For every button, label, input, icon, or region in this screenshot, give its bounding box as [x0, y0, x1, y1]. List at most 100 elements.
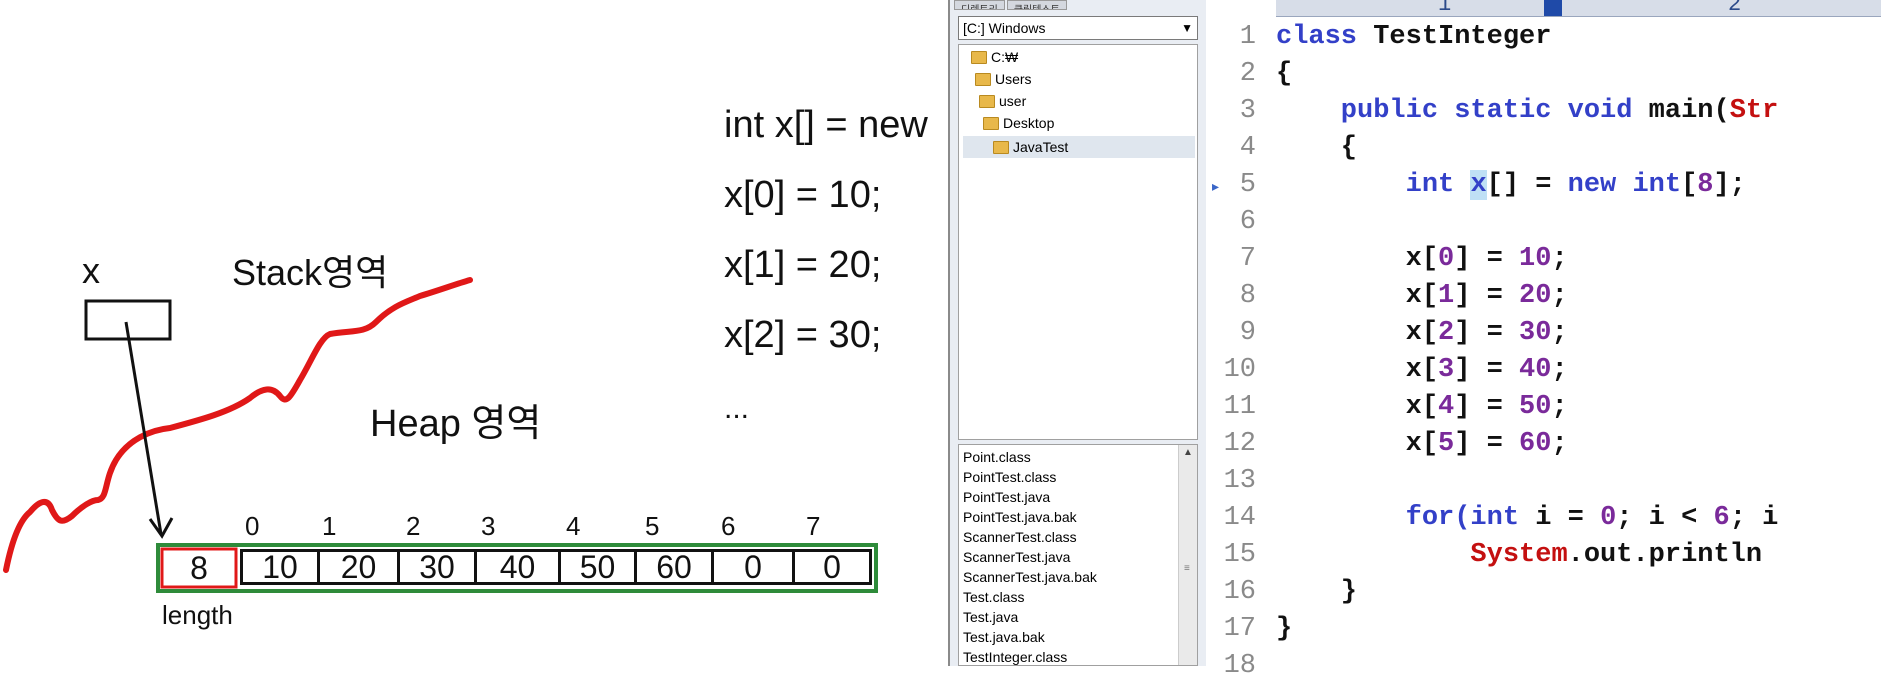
code-text: x[ — [1276, 392, 1439, 422]
code-text: [ — [1681, 170, 1698, 200]
array-cell-2: 30 — [397, 549, 477, 585]
code-text: x[ — [1276, 318, 1439, 348]
code-line-15: System.out.println — [1276, 540, 1762, 570]
code-line-4: { — [1276, 133, 1357, 163]
scroll-grip-icon[interactable]: ≡ — [1184, 563, 1190, 574]
chevron-down-icon[interactable]: ▼ — [1181, 17, 1193, 39]
array-index-0: 0 — [245, 511, 260, 541]
code-text: } — [1276, 614, 1293, 644]
wb-code-line-3: x[1] = 20; — [724, 244, 882, 286]
scroll-up-icon[interactable]: ▲ — [1183, 447, 1193, 458]
file-item[interactable]: Point.class — [963, 449, 1031, 465]
code-text: ] = — [1454, 429, 1520, 459]
whiteboard-canvas: x Stack영역 Heap 영역 length int x[] = new x… — [0, 0, 945, 666]
code-line-14: for(int i = 0; i < 6; i — [1276, 503, 1779, 533]
wb-code-line-4: x[2] = 30; — [724, 314, 882, 356]
stack-area-label: Stack영역 — [232, 252, 389, 293]
tree-item-desktop[interactable]: Desktop — [983, 115, 1054, 131]
line-number: 17 — [1223, 614, 1256, 644]
code-text: ] = — [1454, 355, 1520, 385]
file-item[interactable]: PointTest.java.bak — [963, 509, 1077, 525]
file-list-scrollbar[interactable]: ▲ ≡ — [1178, 445, 1197, 665]
code-number: 0 — [1438, 244, 1455, 274]
code-number: 4 — [1438, 392, 1455, 422]
code-text: ; i — [1729, 503, 1779, 533]
array-cell-5: 60 — [634, 549, 714, 585]
code-line-5: int x[] = new int[8]; — [1276, 170, 1746, 200]
array-cell-3: 40 — [474, 549, 561, 585]
tree-item-c-drive[interactable]: C:₩ — [971, 49, 1018, 65]
line-number: 6 — [1239, 207, 1256, 237]
code-number: 2 — [1438, 318, 1455, 348]
line-number: 11 — [1223, 392, 1256, 422]
code-keyword: class — [1276, 22, 1358, 52]
file-item[interactable]: Test.java.bak — [963, 629, 1045, 645]
heap-area-label: Heap 영역 — [370, 403, 542, 445]
code-number: 50 — [1519, 392, 1552, 422]
tab-directory[interactable]: 디렉토리 — [954, 0, 1005, 10]
code-number: 5 — [1438, 429, 1455, 459]
code-text: x[ — [1276, 355, 1439, 385]
file-explorer-panel: 디렉토리 클립텍스트 [C:] Windows ▼ C:₩ Users user… — [948, 0, 1206, 666]
tree-item-users[interactable]: Users — [975, 71, 1032, 87]
code-number: 3 — [1438, 355, 1455, 385]
code-text: x[ — [1276, 429, 1439, 459]
code-text: ; — [1551, 318, 1568, 348]
line-number: 3 — [1239, 96, 1256, 126]
array-index-3: 3 — [481, 511, 496, 541]
code-text: i = — [1519, 503, 1601, 533]
file-item[interactable]: TestInteger.class — [963, 649, 1067, 665]
file-item[interactable]: PointTest.java — [963, 489, 1050, 505]
tree-item-label: Desktop — [1003, 115, 1055, 131]
code-text: ] = — [1454, 318, 1520, 348]
array-index-6: 6 — [721, 511, 736, 541]
code-text: ; — [1551, 429, 1568, 459]
code-text: ]; — [1713, 170, 1746, 200]
code-line-12: x[5] = 60; — [1276, 429, 1568, 459]
code-text: ; — [1551, 244, 1568, 274]
file-item[interactable]: ScannerTest.java — [963, 549, 1070, 565]
code-number: 60 — [1519, 429, 1552, 459]
line-number: 18 — [1223, 651, 1256, 681]
folder-icon — [979, 94, 995, 108]
code-line-7: x[0] = 10; — [1276, 244, 1568, 274]
code-line-17: } — [1276, 614, 1292, 644]
tree-item-javatest[interactable]: JavaTest — [963, 136, 1195, 158]
explorer-tabs: 디렉토리 클립텍스트 — [954, 0, 1067, 10]
code-line-16: } — [1276, 577, 1357, 607]
code-line-8: x[1] = 20; — [1276, 281, 1568, 311]
code-number: 8 — [1697, 170, 1714, 200]
code-line-3: public static void main(Str — [1276, 96, 1779, 126]
drive-select[interactable]: [C:] Windows ▼ — [958, 16, 1198, 40]
code-text: x[ — [1276, 281, 1439, 311]
code-number: 6 — [1713, 503, 1730, 533]
file-item[interactable]: ScannerTest.java.bak — [963, 569, 1097, 585]
code-text: ; — [1551, 355, 1568, 385]
code-text: } — [1276, 577, 1358, 607]
file-item[interactable]: ScannerTest.class — [963, 529, 1077, 545]
array-index-2: 2 — [406, 511, 421, 541]
wb-code-line-1: int x[] = new — [724, 104, 928, 146]
code-line-9: x[2] = 30; — [1276, 318, 1568, 348]
folder-icon — [971, 50, 987, 64]
file-item[interactable]: Test.class — [963, 589, 1024, 605]
wb-code-line-5: ... — [724, 392, 750, 425]
tree-item-user[interactable]: user — [979, 93, 1026, 109]
code-text: .out.println — [1567, 540, 1763, 570]
file-item[interactable]: PointTest.class — [963, 469, 1056, 485]
folder-icon — [975, 72, 991, 86]
line-number: 14 — [1223, 503, 1256, 533]
editor-text-area[interactable]: 1 2 3 4 5 6 7 8 9 10 11 12 13 14 15 16 1… — [1206, 0, 1881, 681]
code-line-11: x[4] = 50; — [1276, 392, 1568, 422]
line-number: 16 — [1223, 577, 1256, 607]
array-cell-1: 20 — [317, 549, 400, 585]
line-number: 10 — [1223, 355, 1256, 385]
code-line-10: x[3] = 40; — [1276, 355, 1568, 385]
folder-icon — [983, 116, 999, 130]
array-cell-4: 50 — [558, 549, 637, 585]
code-number: 10 — [1519, 244, 1552, 274]
code-text: ] = — [1454, 281, 1520, 311]
tab-cliptext[interactable]: 클립텍스트 — [1006, 0, 1067, 10]
file-item[interactable]: Test.java — [963, 609, 1018, 625]
code-number: 0 — [1600, 503, 1617, 533]
